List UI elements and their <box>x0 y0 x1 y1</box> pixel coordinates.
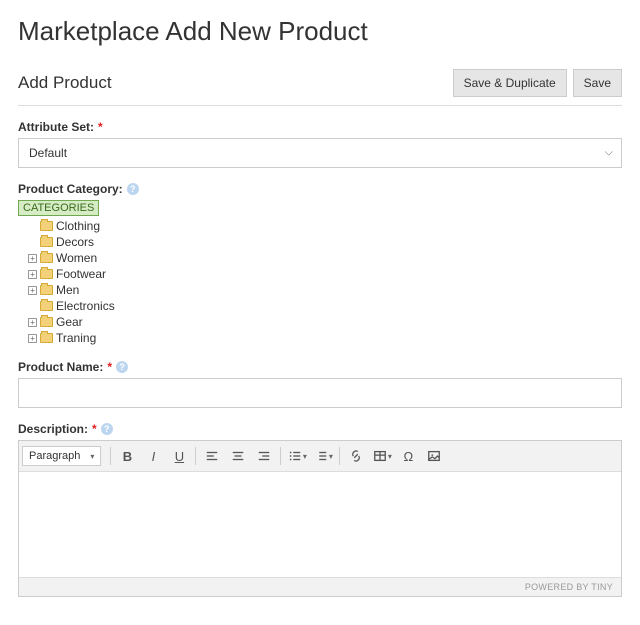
required-marker: * <box>92 422 97 436</box>
product-name-input[interactable] <box>18 378 622 408</box>
link-button[interactable] <box>343 444 369 468</box>
required-marker: * <box>107 360 112 374</box>
format-select-value: Paragraph <box>29 450 80 462</box>
rich-text-editor: Paragraph ▾ B I U ▾ ▾ ▾ Ω POWERED BY TIN… <box>18 440 622 597</box>
folder-icon <box>40 269 53 279</box>
expand-icon[interactable]: + <box>28 334 37 343</box>
format-select[interactable]: Paragraph ▾ <box>22 446 101 466</box>
expand-spacer <box>28 302 37 311</box>
category-tree-item[interactable]: + Footwear <box>18 266 622 282</box>
category-tree-item[interactable]: Decors <box>18 234 622 250</box>
caret-down-icon: ▾ <box>388 452 392 461</box>
product-category-label: Product Category: ? <box>18 182 139 196</box>
caret-down-icon: ▾ <box>329 452 333 461</box>
number-list-button[interactable]: ▾ <box>310 444 336 468</box>
folder-icon <box>40 333 53 343</box>
subtitle: Add Product <box>18 73 112 93</box>
toolbar-separator <box>339 447 340 465</box>
category-tree-item[interactable]: + Women <box>18 250 622 266</box>
folder-icon <box>40 285 53 295</box>
table-button[interactable]: ▾ <box>369 444 395 468</box>
attribute-set-select[interactable]: Default ⌵ <box>18 138 622 168</box>
description-label: Description: * ? <box>18 422 113 436</box>
category-tree: CATEGORIES Clothing Decors + Women + Footwear… <box>18 200 622 346</box>
product-name-label: Product Name: * ? <box>18 360 128 374</box>
header-row: Add Product Save & Duplicate Save <box>18 69 622 106</box>
caret-down-icon: ▾ <box>90 452 94 461</box>
save-button[interactable]: Save <box>573 69 622 97</box>
toolbar-separator <box>110 447 111 465</box>
attribute-set-field: Attribute Set: * Default ⌵ <box>18 118 622 168</box>
product-name-field: Product Name: * ? <box>18 358 622 408</box>
expand-spacer <box>28 238 37 247</box>
folder-icon <box>40 317 53 327</box>
folder-icon <box>40 301 53 311</box>
bullet-list-button[interactable]: ▾ <box>284 444 310 468</box>
category-label: Footwear <box>56 267 106 281</box>
special-char-button[interactable]: Ω <box>395 444 421 468</box>
attribute-set-value: Default <box>29 146 67 160</box>
category-label: Gear <box>56 315 83 329</box>
expand-icon[interactable]: + <box>28 286 37 295</box>
expand-icon[interactable]: + <box>28 270 37 279</box>
category-tree-item[interactable]: + Gear <box>18 314 622 330</box>
required-marker: * <box>98 120 103 134</box>
attribute-set-label: Attribute Set: * <box>18 120 103 134</box>
editor-footer: POWERED BY TINY <box>19 577 621 596</box>
category-tree-item[interactable]: Clothing <box>18 218 622 234</box>
product-category-label-text: Product Category: <box>18 182 123 196</box>
help-icon[interactable]: ? <box>101 423 113 435</box>
category-label: Traning <box>56 331 96 345</box>
description-field: Description: * ? Paragraph ▾ B I U ▾ ▾ ▾… <box>18 420 622 597</box>
help-icon[interactable]: ? <box>127 183 139 195</box>
underline-button[interactable]: U <box>166 444 192 468</box>
category-tree-item[interactable]: Electronics <box>18 298 622 314</box>
bold-button[interactable]: B <box>114 444 140 468</box>
action-buttons: Save & Duplicate Save <box>453 69 622 97</box>
folder-icon <box>40 253 53 263</box>
save-duplicate-button[interactable]: Save & Duplicate <box>453 69 567 97</box>
category-root[interactable]: CATEGORIES <box>18 200 99 216</box>
toolbar-separator <box>280 447 281 465</box>
category-tree-item[interactable]: + Traning <box>18 330 622 346</box>
editor-textarea[interactable] <box>19 472 621 577</box>
category-label: Electronics <box>56 299 115 313</box>
category-label: Decors <box>56 235 94 249</box>
category-tree-item[interactable]: + Men <box>18 282 622 298</box>
product-name-label-text: Product Name: <box>18 360 103 374</box>
toolbar-separator <box>195 447 196 465</box>
italic-button[interactable]: I <box>140 444 166 468</box>
help-icon[interactable]: ? <box>116 361 128 373</box>
expand-spacer <box>28 222 37 231</box>
align-left-button[interactable] <box>199 444 225 468</box>
expand-icon[interactable]: + <box>28 318 37 327</box>
image-button[interactable] <box>421 444 447 468</box>
category-label: Men <box>56 283 79 297</box>
category-label: Clothing <box>56 219 100 233</box>
align-right-button[interactable] <box>251 444 277 468</box>
description-label-text: Description: <box>18 422 88 436</box>
product-category-field: Product Category: ? CATEGORIES Clothing D… <box>18 180 622 346</box>
page-title: Marketplace Add New Product <box>18 16 622 47</box>
attribute-set-label-text: Attribute Set: <box>18 120 94 134</box>
align-center-button[interactable] <box>225 444 251 468</box>
expand-icon[interactable]: + <box>28 254 37 263</box>
editor-toolbar: Paragraph ▾ B I U ▾ ▾ ▾ Ω <box>19 441 621 472</box>
folder-icon <box>40 237 53 247</box>
category-label: Women <box>56 251 97 265</box>
caret-down-icon: ▾ <box>303 452 307 461</box>
folder-icon <box>40 221 53 231</box>
chevron-down-icon: ⌵ <box>605 147 613 160</box>
